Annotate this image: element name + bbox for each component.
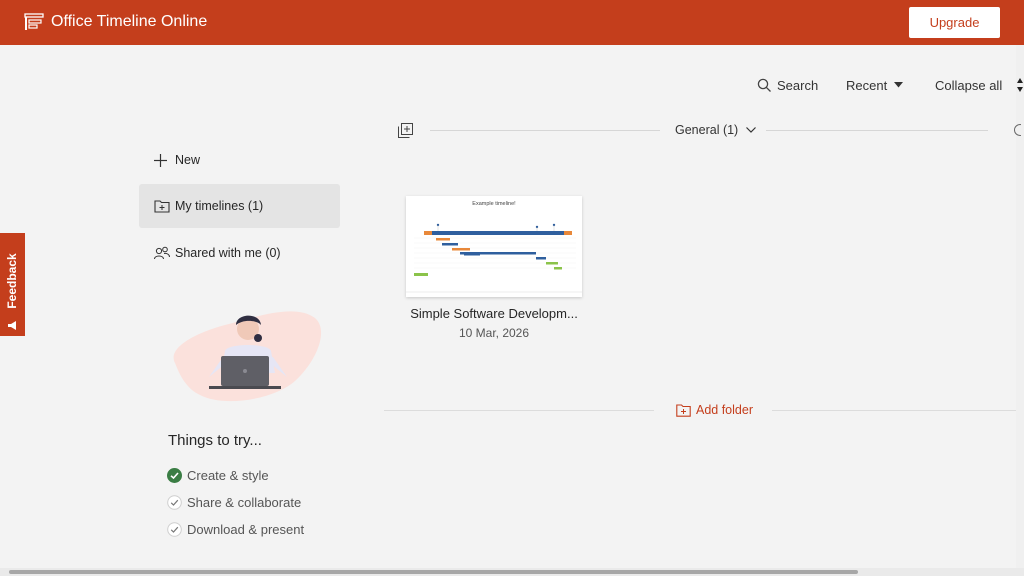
check-circle-outline-icon [167,521,182,537]
folder-icon [154,198,170,214]
things-to-try-heading: Things to try... [168,432,262,449]
caret-down-icon [894,82,904,88]
folder-general-toggle[interactable]: General (1) [675,123,757,137]
shared-label: Shared with me (0) [175,246,281,260]
timeline-card-thumbnail[interactable]: Example timeline! [406,196,582,297]
check-circle-outline-icon [167,494,182,510]
new-timeline-button[interactable]: New [139,138,340,182]
task-label: Share & collaborate [187,494,302,510]
collapse-all-button[interactable]: Collapse all [935,76,1002,94]
people-icon [154,245,170,261]
expand-folders-icon[interactable] [398,123,413,138]
divider [430,130,660,131]
sidebar-item-my-timelines[interactable]: My timelines (1) [139,184,340,228]
recent-label: Recent [846,77,888,93]
divider [772,410,1016,411]
horizontal-scrollbar-thumb[interactable] [9,570,858,574]
search-label: Search [777,77,819,93]
office-timeline-logo-icon [24,13,44,30]
collapse-all-label: Collapse all [935,77,1003,93]
new-label: New [175,153,201,167]
megaphone-icon [8,321,16,330]
add-folder-icon [676,403,691,417]
recent-sort-dropdown[interactable]: Recent [846,76,904,94]
timeline-card-date: 10 Mar, 2026 [458,326,530,340]
timeline-card-title[interactable]: Simple Software Developm... [404,306,584,321]
add-folder-button[interactable]: Add folder [676,403,753,417]
top-bar: Office Timeline Online Upgrade [0,0,1024,45]
task-share-collaborate[interactable]: Share & collaborate [167,493,301,511]
search-icon [757,78,771,92]
chevron-down-icon [746,127,757,133]
preview-title: Example timeline! [472,201,516,207]
feedback-label: Feedback [5,253,19,309]
task-download-present[interactable]: Download & present [167,520,304,538]
my-timelines-label: My timelines (1) [175,199,264,213]
app-title: Office Timeline Online [51,13,208,30]
feedback-tab[interactable]: Feedback [0,233,25,336]
plus-icon [154,152,170,168]
task-label: Download & present [187,521,305,537]
task-label: Create & style [187,467,269,483]
check-circle-filled-icon [167,467,182,483]
task-create-style[interactable]: Create & style [167,466,269,484]
person-laptop-illustration [173,311,322,402]
add-folder-label: Add folder [696,403,753,417]
divider [384,410,654,411]
folder-general-label: General (1) [675,123,739,137]
sidebar-item-shared-with-me[interactable]: Shared with me (0) [139,231,340,275]
upgrade-button[interactable]: Upgrade [909,7,1000,38]
more-options-icon[interactable] [1013,123,1021,137]
divider [766,130,988,131]
timeline-preview: Example timeline! [406,201,582,293]
collapse-arrows-icon [1017,78,1023,92]
search-button[interactable]: Search [757,76,818,94]
